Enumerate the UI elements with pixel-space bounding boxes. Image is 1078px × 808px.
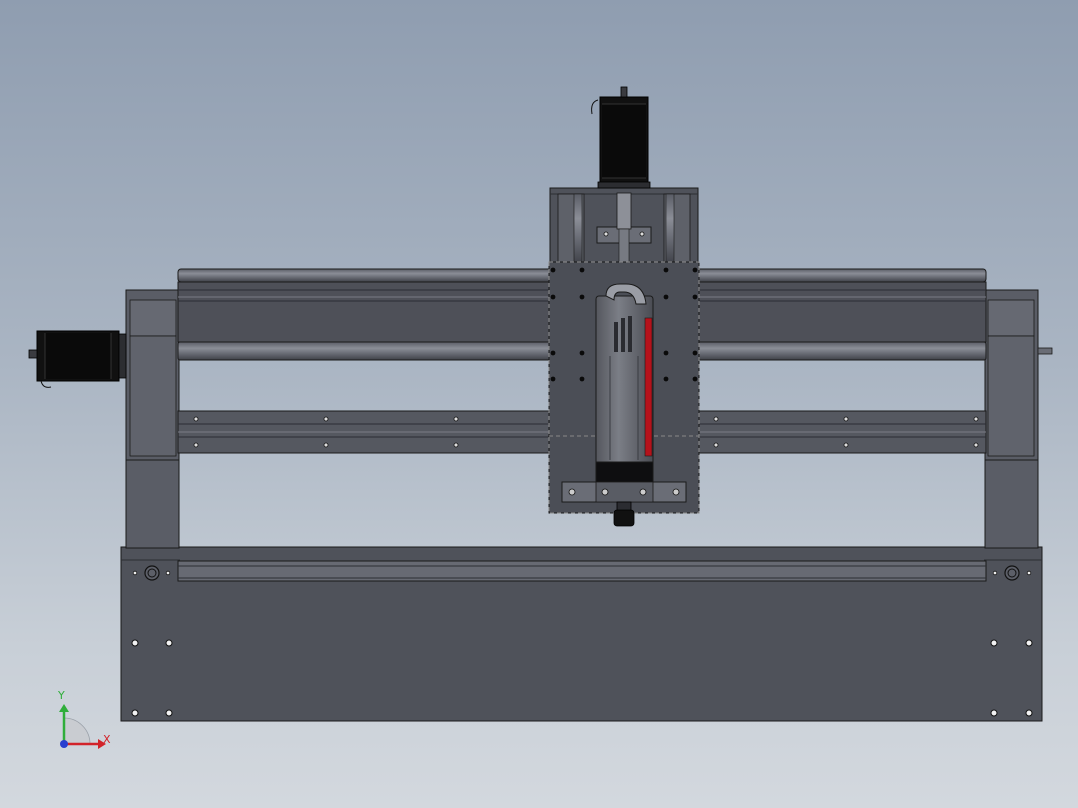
left-side-plate[interactable] [125, 289, 180, 549]
axis-x-label: X [103, 733, 111, 746]
cnc-router-model[interactable] [0, 0, 1078, 808]
spindle-clamp[interactable] [561, 481, 687, 503]
coordinate-triad [59, 704, 106, 749]
z-stepper-motor[interactable] [591, 86, 651, 189]
graphics-viewport[interactable]: X Y [0, 0, 1078, 808]
right-side-plate[interactable] [984, 289, 1039, 549]
x-stepper-motor[interactable] [28, 330, 127, 388]
z-top-plate[interactable] [549, 187, 699, 266]
spindle-collet[interactable] [613, 501, 635, 527]
spindle-motor[interactable] [595, 283, 654, 483]
base-front-plate[interactable] [120, 546, 1043, 722]
axis-y-label: Y [58, 689, 65, 702]
